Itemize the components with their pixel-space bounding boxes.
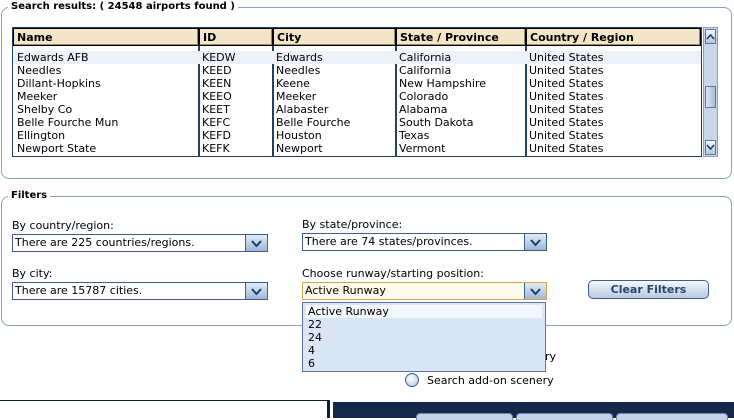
scroll-down-button[interactable] [705,140,716,155]
cell-country: United States [529,142,604,155]
cell-id: KEDW [202,51,236,64]
cell-country: United States [529,51,604,64]
table-row[interactable]: Meeker KEEO Meeker Colorado United State… [13,90,701,103]
city-label: By city: [12,267,53,280]
column-header-country[interactable]: Country / Region [526,28,701,46]
cell-country: United States [529,103,604,116]
country-label: By country/region: [12,219,114,232]
bottom-button[interactable] [516,413,613,420]
cell-city: Belle Fourche [276,116,351,129]
chevron-down-icon [706,144,715,151]
bottom-left-panel [0,400,330,418]
runway-option-selected[interactable]: Active Runway [306,305,542,318]
city-dropdown-button[interactable] [245,283,267,299]
runway-label: Choose runway/starting position: [302,267,484,280]
country-select-value: There are 225 countries/regions. [15,236,195,249]
cell-id: KEFK [202,142,230,155]
chevron-down-icon [251,239,262,247]
clear-filters-button[interactable]: Clear Filters [588,280,709,299]
scroll-thumb[interactable] [705,86,716,108]
country-dropdown-button[interactable] [245,235,267,251]
cell-name: Ellington [17,129,66,142]
runway-select-value: Active Runway [305,284,386,297]
runway-option[interactable]: 24 [308,331,322,344]
runway-select[interactable]: Active Runway [302,282,547,300]
cell-state: Colorado [399,90,449,103]
cell-state: New Hampshire [399,77,487,90]
table-row[interactable]: Edwards AFB KEDW Edwards California Unit… [13,51,701,64]
cell-state: Vermont [399,142,446,155]
column-header-state[interactable]: State / Province [396,28,526,46]
cell-name: Dillant-Hopkins [17,77,101,90]
scroll-up-button[interactable] [705,29,716,44]
table-row[interactable]: Belle Fourche Mun KEFC Belle Fourche Sou… [13,116,701,129]
column-header-name[interactable]: Name [13,28,199,46]
state-select-value: There are 74 states/provinces. [305,235,473,248]
cell-city: Houston [276,129,322,142]
runway-dropdown-list: Active Runway 22 24 4 6 [302,302,546,372]
chevron-down-icon [530,287,541,295]
table-header: Name ID City State / Province Country / … [13,28,701,46]
cell-city: Newport [276,142,323,155]
cell-state: California [399,64,452,77]
cell-name: Newport State [17,142,97,155]
table-row[interactable]: Ellington KEFD Houston Texas United Stat… [13,129,701,142]
state-select[interactable]: There are 74 states/provinces. [302,233,547,251]
cell-id: KEEO [202,90,232,103]
cell-name: Shelby Co [17,103,73,116]
table-row[interactable]: Newport State KEFK Newport Vermont Unite… [13,142,701,155]
runway-option[interactable]: 22 [308,318,322,331]
search-results-title: Search results: ( 24548 airports found ) [8,1,238,12]
column-header-id[interactable]: ID [199,28,273,46]
table-row[interactable]: Needles KEED Needles California United S… [13,64,701,77]
cell-country: United States [529,129,604,142]
filters-title: Filters [8,190,51,201]
search-addon-radio[interactable] [405,373,419,387]
radio-default-scenery-label: ry [545,350,557,363]
chevron-up-icon [706,33,715,40]
runway-dropdown-button[interactable] [524,283,546,299]
country-select[interactable]: There are 225 countries/regions. [12,234,268,252]
chevron-down-icon [530,238,541,246]
chevron-down-icon [251,287,262,295]
cell-city: Edwards [276,51,323,64]
city-select[interactable]: There are 15787 cities. [12,282,268,300]
cell-country: United States [529,116,604,129]
cell-city: Meeker [276,90,317,103]
runway-option[interactable]: 6 [308,357,315,370]
cell-country: United States [529,90,604,103]
cell-id: KEED [202,64,232,77]
cell-id: KEFD [202,129,231,142]
table-row[interactable]: Dillant-Hopkins KEEN Keene New Hampshire… [13,77,701,90]
cell-name: Belle Fourche Mun [17,116,119,129]
table-body: Edwards AFB KEDW Edwards California Unit… [13,51,701,155]
cell-state: Texas [399,129,430,142]
cell-city: Needles [276,64,321,77]
state-label: By state/province: [302,218,403,231]
cell-state: California [399,51,452,64]
results-scrollbar[interactable] [703,27,718,157]
cell-id: KEET [202,103,230,116]
cell-country: United States [529,64,604,77]
cell-name: Edwards AFB [17,51,89,64]
cell-city: Keene [276,77,310,90]
cell-state: South Dakota [399,116,474,129]
state-dropdown-button[interactable] [524,234,546,250]
table-row[interactable]: Shelby Co KEET Alabaster Alabama United … [13,103,701,116]
cell-id: KEEN [202,77,232,90]
cell-id: KEFC [202,116,231,129]
column-header-city[interactable]: City [273,28,396,46]
city-select-value: There are 15787 cities. [15,284,143,297]
cell-name: Meeker [17,90,58,103]
results-table[interactable]: Name ID City State / Province Country / … [12,27,702,157]
search-addon-label: Search add-on scenery [427,374,554,387]
cell-city: Alabaster [276,103,329,116]
cell-name: Needles [17,64,62,77]
bottom-button[interactable] [616,413,728,420]
runway-option[interactable]: 4 [308,344,315,357]
bottom-button[interactable] [416,413,513,420]
cell-country: United States [529,77,604,90]
cell-state: Alabama [399,103,448,116]
